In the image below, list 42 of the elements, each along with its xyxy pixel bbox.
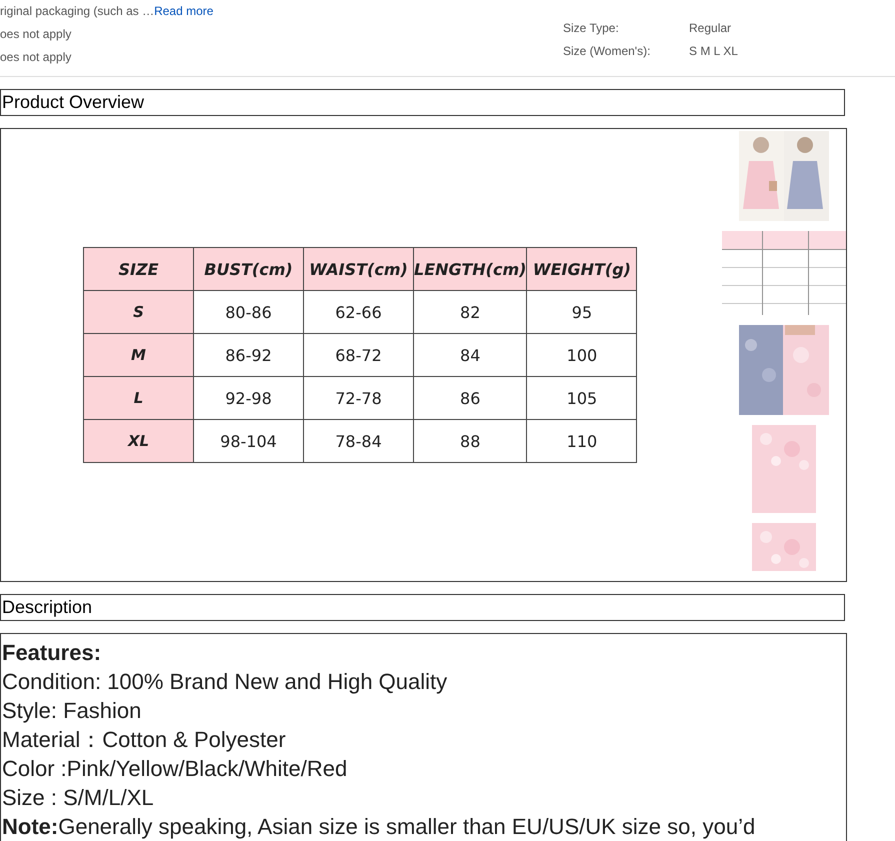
spec-value: S M L XL — [689, 44, 738, 60]
spec-text: oes not apply — [0, 50, 72, 64]
table-cell: 86 — [414, 376, 527, 420]
feature-line: Note:Generally speaking, Asian size is smaller than EU/US/UK size so, you’d — [2, 813, 756, 841]
spec-text: riginal packaging (such as … — [0, 4, 154, 18]
table-cell: M — [84, 334, 194, 376]
table-cell: 80-86 — [194, 290, 304, 334]
table-cell: 110 — [526, 420, 637, 462]
read-more-link[interactable]: Read more — [154, 4, 214, 18]
table-cell: 88 — [414, 420, 527, 462]
table-header: BUST(cm) — [194, 248, 304, 290]
table-cell: 78-84 — [304, 420, 414, 462]
table-cell: 98-104 — [194, 420, 304, 462]
feature-line: Style: Fashion — [2, 697, 142, 725]
features-heading: Features: — [2, 639, 102, 667]
feature-line: Size : S/M/L/XL — [2, 784, 155, 812]
spec-value: Regular — [689, 21, 732, 37]
table-cell: 72-78 — [304, 376, 414, 420]
table-header: LENGTH(cm) — [414, 248, 527, 290]
section-header: Product Overview — [0, 89, 845, 116]
spec-text: oes not apply — [0, 27, 72, 41]
spec-label: Size Type: — [563, 21, 620, 37]
feature-line: Condition: 100% Brand New and High Quality — [2, 668, 448, 696]
table-cell: L — [84, 376, 194, 420]
section-header: Description — [0, 594, 845, 621]
table-cell: 62-66 — [304, 290, 414, 334]
spec-label: Size (Women's): — [563, 44, 652, 60]
table-header: WAIST(cm) — [304, 248, 414, 290]
table-cell: 68-72 — [304, 334, 414, 376]
table-cell: 84 — [414, 334, 527, 376]
table-cell: S — [84, 290, 194, 334]
table-header: WEIGHT(g) — [526, 248, 637, 290]
table-cell: 100 — [526, 334, 637, 376]
table-cell: 92-98 — [194, 376, 304, 420]
feature-line: Color :Pink/Yellow/Black/White/Red — [2, 755, 348, 783]
table-cell: 95 — [526, 290, 637, 334]
table-cell: XL — [84, 420, 194, 462]
feature-line: Material：Cotton & Polyester — [2, 726, 287, 754]
table-cell: 82 — [414, 290, 527, 334]
table-header: SIZE — [84, 248, 194, 290]
table-cell: 105 — [526, 376, 637, 420]
table-cell: 86-92 — [194, 334, 304, 376]
